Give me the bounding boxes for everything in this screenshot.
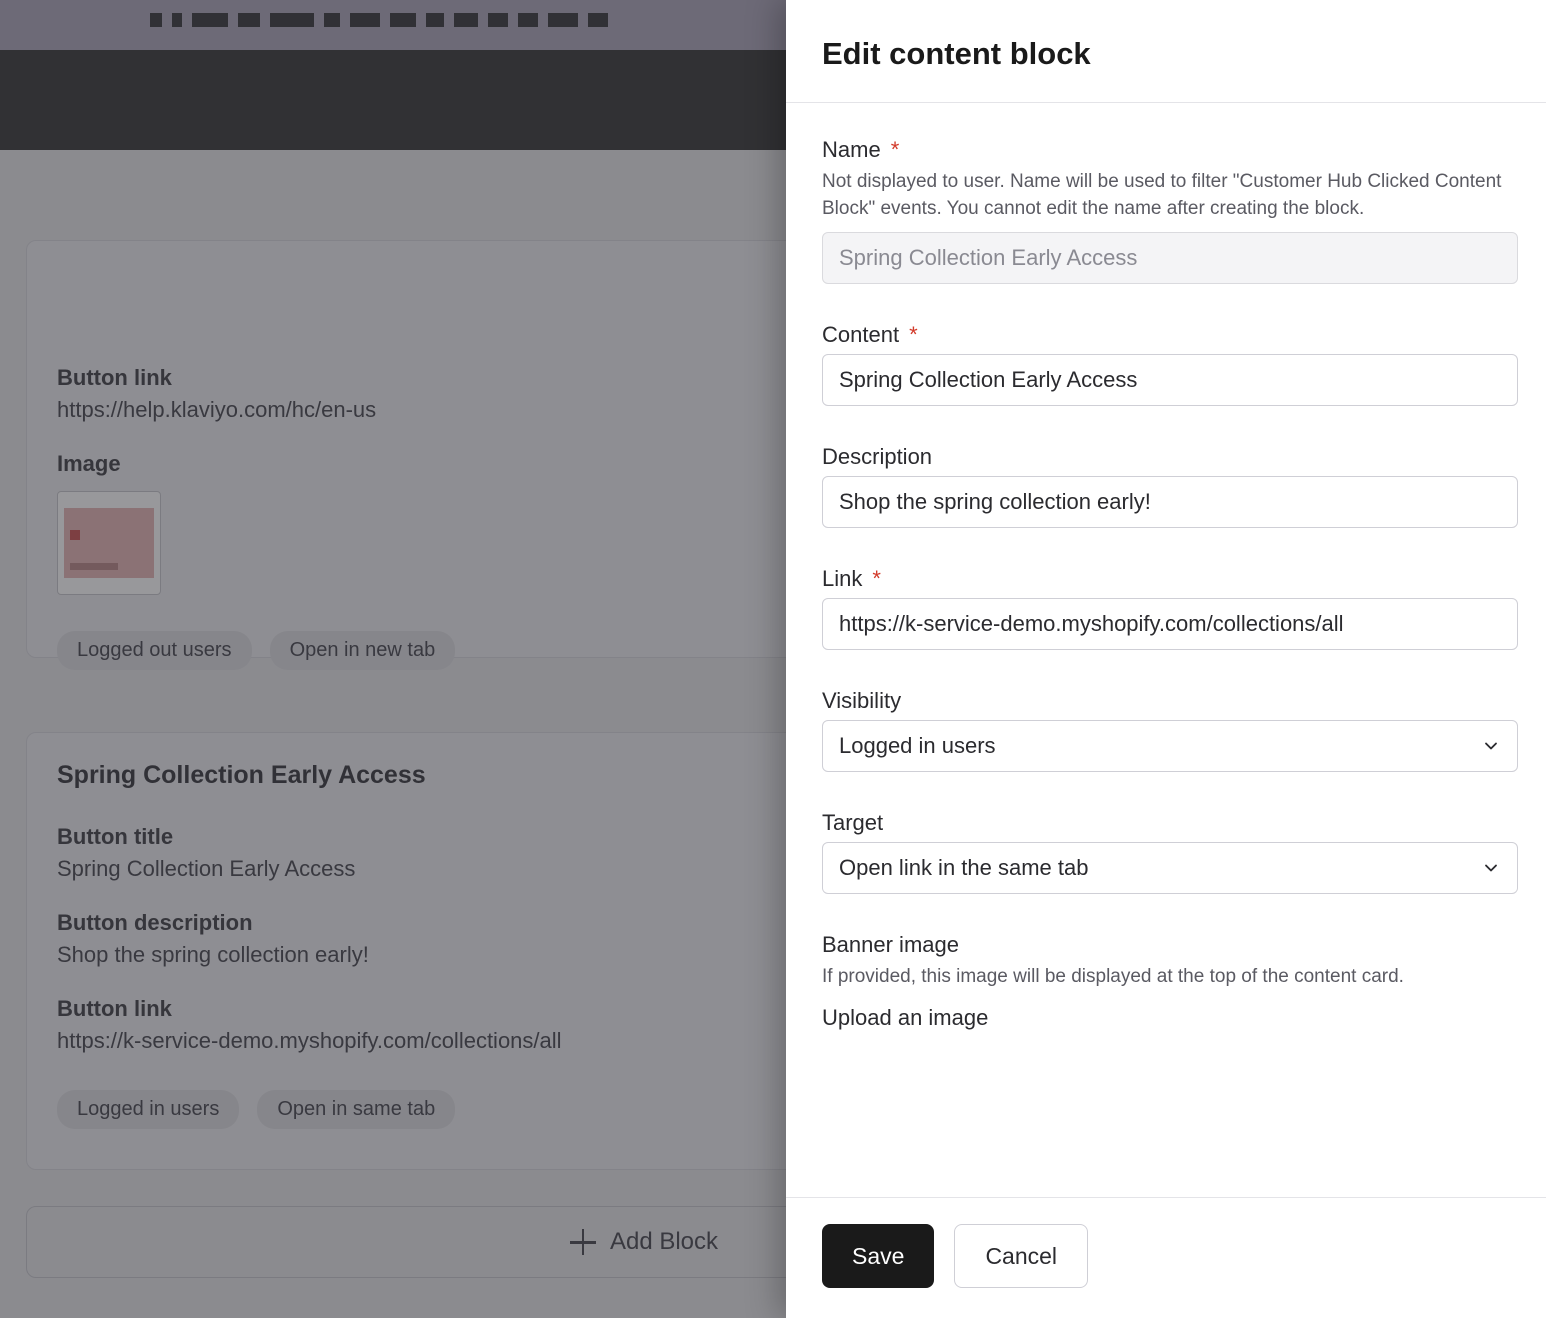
banner-label: Banner image [822, 932, 959, 958]
chevron-down-icon [1481, 736, 1501, 756]
target-label: Target [822, 810, 883, 836]
required-indicator: * [891, 139, 900, 161]
chevron-down-icon [1481, 858, 1501, 878]
save-button[interactable]: Save [822, 1224, 934, 1288]
save-button-label: Save [852, 1243, 904, 1270]
drawer-body: Name * Not displayed to user. Name will … [786, 103, 1546, 1197]
required-indicator: * [872, 568, 881, 590]
drawer-title: Edit content block [822, 36, 1510, 72]
form-group-content: Content * [822, 322, 1510, 406]
name-helper: Not displayed to user. Name will be used… [822, 169, 1510, 222]
upload-image-label[interactable]: Upload an image [822, 1005, 1510, 1031]
description-label: Description [822, 444, 932, 470]
target-select[interactable]: Open link in the same tab [822, 842, 1518, 894]
form-group-description: Description [822, 444, 1510, 528]
description-input[interactable] [822, 476, 1518, 528]
visibility-select[interactable]: Logged in users [822, 720, 1518, 772]
content-input[interactable] [822, 354, 1518, 406]
edit-content-block-drawer: Edit content block Name * Not displayed … [786, 0, 1546, 1318]
cancel-button-label: Cancel [985, 1243, 1057, 1270]
content-label: Content [822, 322, 899, 348]
link-label: Link [822, 566, 862, 592]
cancel-button[interactable]: Cancel [954, 1224, 1088, 1288]
name-label: Name [822, 137, 881, 163]
visibility-label: Visibility [822, 688, 901, 714]
link-input[interactable] [822, 598, 1518, 650]
form-group-visibility: Visibility Logged in users [822, 688, 1510, 772]
target-value: Open link in the same tab [839, 855, 1088, 881]
form-group-banner: Banner image If provided, this image wil… [822, 932, 1510, 1031]
drawer-header: Edit content block [786, 0, 1546, 103]
drawer-footer: Save Cancel [786, 1197, 1546, 1318]
visibility-value: Logged in users [839, 733, 996, 759]
form-group-target: Target Open link in the same tab [822, 810, 1510, 894]
required-indicator: * [909, 324, 918, 346]
form-group-link: Link * [822, 566, 1510, 650]
banner-helper: If provided, this image will be displaye… [822, 964, 1510, 991]
form-group-name: Name * Not displayed to user. Name will … [822, 137, 1510, 284]
name-input [822, 232, 1518, 284]
